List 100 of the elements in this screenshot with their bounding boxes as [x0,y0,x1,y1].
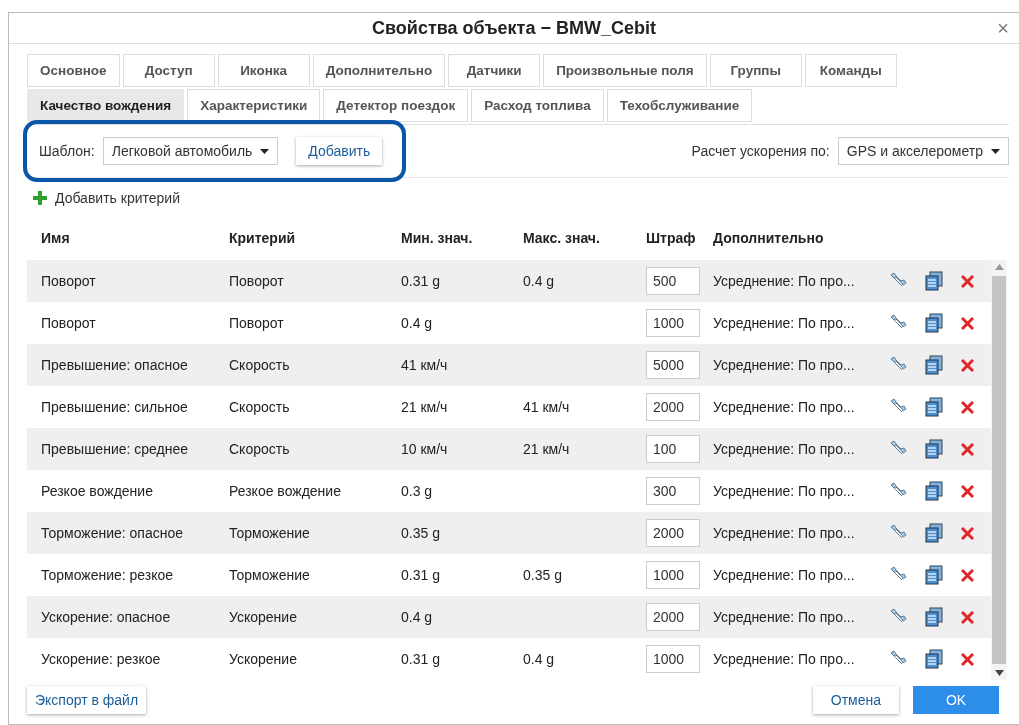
add-criterion-link[interactable]: Добавить критерий [55,190,180,206]
export-button[interactable]: Экспорт в файл [27,686,147,714]
cancel-button[interactable]: Отмена [812,686,899,714]
table-cell-text: Превышение: среднее [41,441,189,457]
table-cell-text: Торможение: опасное [41,525,184,541]
tab[interactable]: Произвольные поля [543,54,707,87]
copy-icon[interactable] [925,355,943,375]
copy-icon[interactable] [925,607,943,627]
delete-icon[interactable] [961,358,974,372]
tab[interactable]: Детектор поездок [323,89,469,122]
scrollbar[interactable] [991,260,1007,680]
delete-icon[interactable] [961,652,974,666]
delete-icon[interactable] [961,442,974,456]
table-cell-text: 0.31 g [401,651,441,667]
table-cell-text: 0.31 g [401,567,441,583]
tab[interactable]: Основное [27,54,120,87]
table-cell-text: Ускорение [229,651,298,667]
penalty-field[interactable]: 500 [646,267,700,295]
penalty-field[interactable]: 2000 [646,603,700,631]
copy-icon[interactable] [925,481,943,501]
table-cell-text: 0.31 g [401,273,441,289]
scroll-down-icon[interactable] [994,670,1004,676]
tab[interactable]: Качество вождения [27,89,185,122]
penalty-field[interactable]: 5000 [646,351,700,379]
tab[interactable]: Характеристики [187,89,321,122]
table-cell-text: Торможение [229,525,311,541]
caret-icon [260,148,270,154]
penalty-field[interactable]: 1000 [646,309,700,337]
tab[interactable]: Расход топлива [471,89,604,122]
table-cell-text: Усреднение: По про... [713,525,856,541]
copy-icon[interactable] [925,439,943,459]
penalty-field[interactable]: 2000 [646,519,700,547]
table-cell-text: Поворот [41,273,97,289]
copy-icon[interactable] [925,649,943,669]
penalty-field[interactable]: 2000 [646,393,700,421]
delete-icon[interactable] [961,484,974,498]
tab[interactable]: Команды [804,54,897,87]
table-cell-text: Поворот [41,315,97,331]
table-cell-text: 21 км/ч [401,399,449,415]
table-cell: 0.4 g [523,273,555,289]
penalty-field[interactable]: 1000 [646,561,700,589]
table-cell-text: Усреднение: По про... [713,315,856,331]
table-cell-text: Скорость [229,357,291,373]
table-cell-text: Превышение: опасное [41,357,189,373]
table-cell-text: Усреднение: По про... [713,399,856,415]
penalty-field[interactable]: 100 [646,435,700,463]
close-button[interactable]: × [993,17,1013,40]
copy-icon[interactable] [925,523,943,543]
table-cell: 21 км/ч [523,441,570,457]
tab[interactable]: Техобслуживание [606,89,753,122]
table-cell: 41 км/ч [523,399,570,415]
table-cell-text: Торможение: резкое [41,567,175,583]
table-cell-text: Усреднение: По про... [713,483,856,499]
copy-icon[interactable] [925,271,943,291]
table-cell-text: 0.4 g [401,315,434,331]
table-cell: 0.4 g [523,651,555,667]
table-cell-text: Превышение: сильное [41,399,189,415]
scrollbar-thumb[interactable] [992,276,1006,664]
copy-icon[interactable] [925,313,943,333]
delete-icon[interactable] [961,316,974,330]
plus-icon [33,191,47,205]
add-button[interactable]: Добавить [296,137,383,165]
tab[interactable]: Группы [709,54,802,87]
caret-icon [991,148,1000,154]
delete-icon[interactable] [961,526,974,540]
template-dropdown[interactable]: Легковой автомобиль [102,137,279,165]
column-header: Штраф [646,230,697,246]
table-cell-text: Ускорение: резкое [41,651,162,667]
acceleration-label: Расчет ускорения по: [691,143,830,159]
table-cell-text: Усреднение: По про... [713,609,856,625]
tab[interactable]: Дополнительно [312,54,446,87]
delete-icon[interactable] [961,400,974,414]
table-cell-text: Ускорение [229,609,298,625]
window-title: Свойства объекта − BMW_Cebit [372,17,656,39]
column-header: Имя [41,230,71,246]
tab[interactable]: Датчики [448,54,541,87]
table-cell-text: Усреднение: По про... [713,567,856,583]
table-cell-text: 41 км/ч [401,357,449,373]
table-cell-text: 0.35 g [401,525,441,541]
table-cell-text: 0.3 g [401,483,434,499]
copy-icon[interactable] [925,397,943,417]
acceleration-dropdown[interactable]: GPS и акселерометр [837,137,1009,165]
table-cell-text: Усреднение: По про... [713,651,856,667]
penalty-field[interactable]: 1000 [646,645,700,673]
table-cell-text: Торможение [229,567,311,583]
table-cell-text: Усреднение: По про... [713,273,856,289]
tab[interactable]: Иконка [217,54,310,87]
table-cell-text: Резкое вождение [229,483,342,499]
scroll-up-icon[interactable] [994,264,1004,270]
copy-icon[interactable] [925,565,943,585]
tab[interactable]: Доступ [122,54,215,87]
column-header: Мин. знач. [401,230,474,246]
penalty-field[interactable]: 300 [646,477,700,505]
column-header: Макс. знач. [523,230,601,246]
delete-icon[interactable] [961,610,974,624]
delete-icon[interactable] [961,274,974,288]
column-header: Критерий [229,230,297,246]
table-cell-text: Скорость [229,441,291,457]
delete-icon[interactable] [961,568,974,582]
table-cell-text: Ускорение: опасное [41,609,172,625]
